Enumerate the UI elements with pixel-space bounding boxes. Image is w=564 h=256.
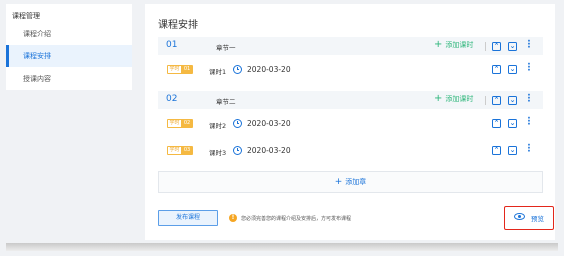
add-lesson-button[interactable]: + 添加课时: [434, 94, 473, 104]
chapter-header: 02 章节二 + 添加课时 ⌃ ⌄ · · ·: [158, 91, 543, 109]
move-up-icon[interactable]: ⌃: [492, 42, 501, 51]
lesson-name: 课时1: [209, 68, 227, 76]
main-panel: 课程安排 01 章节一 + 添加课时 ⌃ ⌄ · · · 学时 01 课时1 2020…: [145, 4, 555, 240]
chapter-number: 01: [166, 40, 178, 50]
add-lesson-label: 添加课时: [445, 95, 474, 103]
divider: [485, 96, 486, 105]
divider: [485, 42, 486, 51]
window-bottom-edge: [6, 243, 558, 251]
chapter-number: 02: [166, 94, 178, 104]
lesson-tag-index: 01: [181, 66, 192, 73]
sidebar-item-course-schedule[interactable]: 课程安排: [6, 45, 132, 67]
delete-icon[interactable]: ⌄: [508, 119, 517, 128]
sidebar-item-label: 授课内容: [23, 75, 51, 83]
more-icon[interactable]: · · ·: [527, 115, 531, 130]
clock-icon: [233, 146, 242, 155]
add-chapter-label: 添加章: [345, 178, 367, 186]
lesson-tag-type: 学时: [169, 147, 180, 153]
more-icon[interactable]: · · ·: [527, 142, 531, 157]
sidebar-item-teaching-content[interactable]: 授课内容: [6, 68, 132, 90]
eye-icon[interactable]: [514, 213, 525, 220]
lesson-name: 课时2: [209, 122, 227, 130]
lesson-row: 学时 01 课时1 2020-03-20 ⌃ ⌄ · · ·: [158, 57, 543, 81]
warning-icon: !: [229, 214, 237, 222]
chapter-name: 章节一: [216, 44, 236, 52]
lesson-row: 学时 03 课时3 2020-03-20 ⌃ ⌄ · · ·: [158, 138, 543, 162]
add-lesson-button[interactable]: + 添加课时: [434, 40, 473, 50]
add-chapter-button[interactable]: + 添加章: [158, 171, 543, 193]
sidebar-item-label: 课程安排: [23, 52, 51, 60]
clock-icon: [233, 119, 242, 128]
move-down-icon[interactable]: ⌄: [508, 42, 517, 51]
delete-icon[interactable]: ⌄: [508, 146, 517, 155]
plus-icon: +: [434, 93, 443, 104]
lesson-date: 2020-03-20: [247, 65, 291, 74]
edit-icon[interactable]: ⌃: [492, 65, 501, 74]
page-title: 课程安排: [158, 20, 198, 31]
sidebar-item-course-intro[interactable]: 课程介绍: [6, 23, 132, 45]
sidebar-item-label: 课程介绍: [23, 30, 51, 38]
lesson-date: 2020-03-20: [247, 119, 291, 128]
more-icon[interactable]: · · ·: [527, 38, 531, 53]
edit-icon[interactable]: ⌃: [492, 119, 501, 128]
more-icon[interactable]: · · ·: [527, 61, 531, 76]
sidebar: 课程管理 课程介绍 课程安排 授课内容: [6, 4, 132, 90]
lesson-tag-type: 学时: [169, 120, 180, 126]
plus-icon: +: [334, 177, 343, 187]
warning-text: 您必须完善您的课程介绍及安排后，方可发布课程: [241, 216, 352, 222]
lesson-row: 学时 02 课时2 2020-03-20 ⌃ ⌄ · · ·: [158, 111, 543, 135]
move-up-icon[interactable]: ⌃: [492, 96, 501, 105]
lesson-tag: 学时 02: [167, 119, 193, 128]
lesson-tag-type: 学时: [169, 66, 180, 72]
chapter-header: 01 章节一 + 添加课时 ⌃ ⌄ · · ·: [158, 37, 543, 55]
plus-icon: +: [434, 39, 443, 50]
publish-course-button[interactable]: 发布课程: [158, 210, 218, 226]
add-lesson-label: 添加课时: [445, 41, 474, 49]
edit-icon[interactable]: ⌃: [492, 146, 501, 155]
chapter-name: 章节二: [216, 98, 236, 106]
lesson-name: 课时3: [209, 149, 227, 157]
lesson-tag-index: 03: [181, 147, 192, 154]
delete-icon[interactable]: ⌄: [508, 65, 517, 74]
clock-icon: [233, 65, 242, 74]
sidebar-title: 课程管理: [12, 12, 40, 20]
more-icon[interactable]: · · ·: [527, 92, 531, 107]
preview-highlight-box[interactable]: [504, 206, 554, 230]
lesson-tag-index: 02: [181, 120, 192, 127]
lesson-tag: 学时 01: [167, 65, 193, 74]
lesson-tag: 学时 03: [167, 146, 193, 155]
lesson-date: 2020-03-20: [247, 146, 291, 155]
move-down-icon[interactable]: ⌄: [508, 96, 517, 105]
preview-button[interactable]: 预览: [531, 213, 544, 223]
